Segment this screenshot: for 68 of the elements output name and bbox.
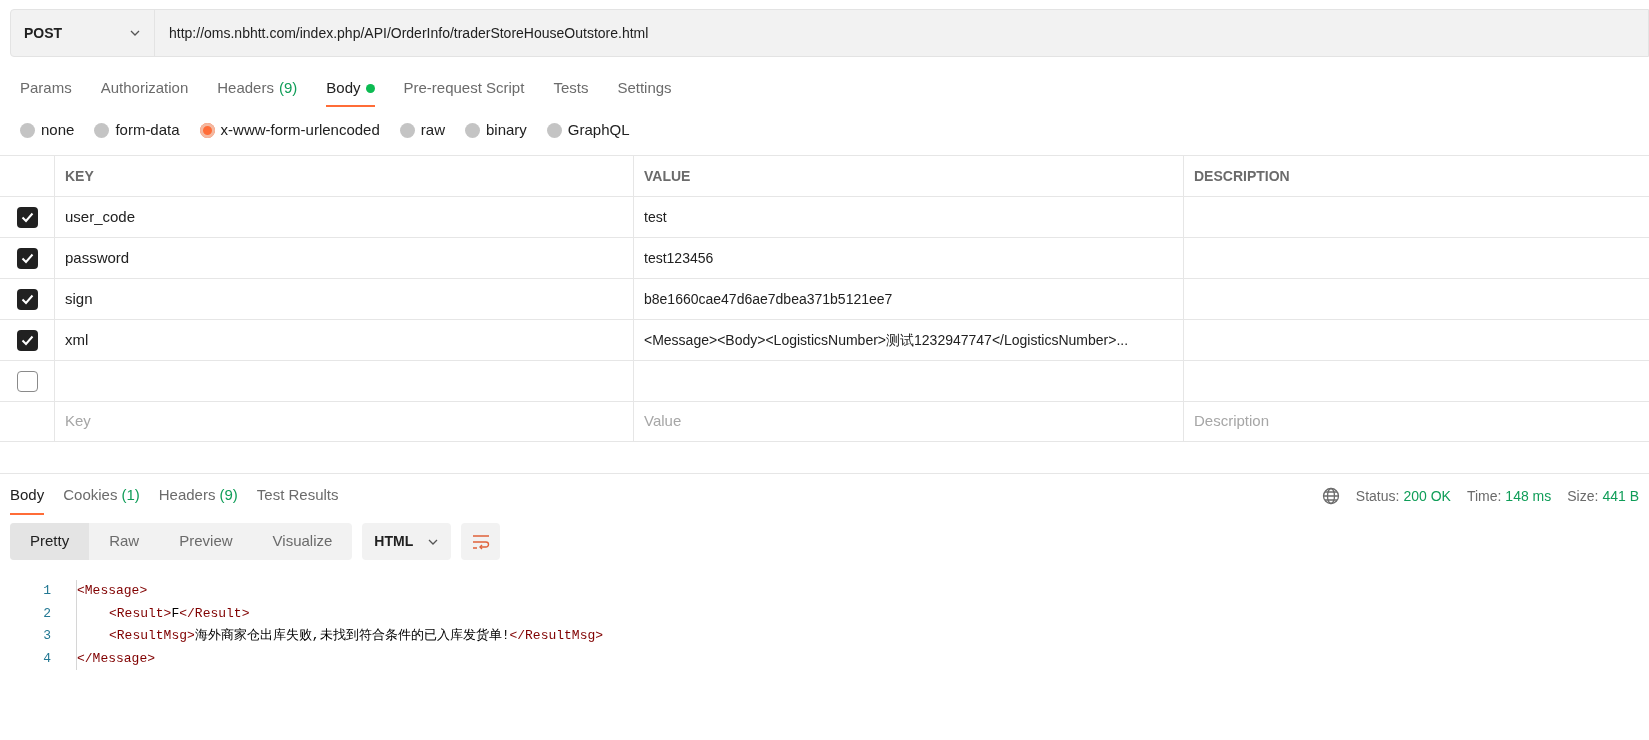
param-key[interactable]: user_code [65,205,136,229]
globe-icon[interactable] [1321,487,1340,505]
checkmark-icon [20,211,34,223]
param-key[interactable]: xml [65,328,89,352]
body-type-radio[interactable]: x-www-form-urlencoded [199,118,380,142]
code-line: </Message> [76,647,155,670]
request-tab[interactable]: Headers (9) [217,72,298,107]
row-checkbox[interactable] [16,329,38,351]
radio-icon[interactable] [546,122,562,138]
param-key[interactable]: sign [65,287,93,311]
new-param-field[interactable]: Description [1194,410,1639,433]
line-number: 2 [42,604,52,623]
checkmark-icon [20,334,34,346]
view-mode-tab[interactable]: Preview [159,523,253,560]
request-tab[interactable]: Settings [617,72,672,107]
code-line: <ResultMsg>海外商家仓出库失败,未找到符合条件的已入库发货单!</ResultMsg> [76,625,604,648]
param-value[interactable]: b8e1660cae47d6ae7dbea371b5121ee7 [644,288,893,310]
code-line: <Message> [76,580,148,603]
line-number: 4 [42,649,52,668]
radio-icon[interactable] [464,122,480,138]
radio-icon[interactable] [199,122,215,138]
body-type-radio[interactable]: binary [464,118,527,142]
param-key[interactable]: password [65,246,130,270]
param-value[interactable]: <Message><Body><LogisticsNumber>测试1232947747</LogisticsNumber>... [644,329,1129,351]
checkmark-icon [20,252,34,264]
line-number: 1 [42,582,52,600]
response-tab[interactable]: Body [10,477,45,515]
radio-icon[interactable] [94,122,110,138]
status-value: 148 ms [1505,486,1552,506]
body-type-radio[interactable]: GraphQL [546,118,630,142]
line-number: 3 [42,627,52,645]
new-param-field[interactable]: Key [65,410,623,433]
response-tab[interactable]: Cookies (1) [63,477,140,515]
param-value[interactable]: test123456 [644,247,714,269]
status-value: 441 B [1602,486,1639,506]
row-checkbox[interactable] [16,288,38,310]
body-type-radio[interactable]: raw [399,118,445,142]
row-checkbox[interactable] [16,206,38,228]
request-tab[interactable]: Authorization [100,72,189,107]
view-mode-tab[interactable]: Pretty [10,523,90,560]
response-tab[interactable]: Test Results [256,477,339,515]
radio-icon[interactable] [20,122,35,138]
param-value[interactable]: test [644,206,667,228]
body-type-radio[interactable]: form-data [94,118,180,142]
request-tab[interactable]: Tests [553,72,589,107]
column-header: DESCRIPTION [1194,166,1290,186]
response-tab[interactable]: Headers (9) [158,477,238,515]
request-tab[interactable]: Pre-request Script [403,72,525,107]
status-label: Status: [1355,486,1400,506]
view-mode-tab[interactable]: Visualize [252,523,353,560]
status-label: Size: [1567,486,1599,506]
code-line: <Result>F</Result> [76,602,250,625]
wrap-lines-button[interactable] [461,523,501,560]
status-value: 200 OK [1403,486,1451,506]
format-dropdown[interactable]: HTML [362,523,452,560]
radio-icon[interactable] [399,122,415,138]
row-checkbox[interactable] [16,370,38,392]
request-tab[interactable]: Body [326,72,375,107]
view-mode-tab[interactable]: Raw [89,523,160,560]
checkmark-icon [20,293,34,305]
new-param-field[interactable]: Value [644,410,1173,433]
body-type-radio[interactable]: none [20,118,75,142]
status-label: Time: [1466,486,1502,506]
column-header: VALUE [644,166,691,186]
wrap-lines-icon [470,533,491,550]
column-header: KEY [65,166,94,186]
request-tab[interactable]: Params [20,72,72,107]
row-checkbox[interactable] [16,247,38,269]
